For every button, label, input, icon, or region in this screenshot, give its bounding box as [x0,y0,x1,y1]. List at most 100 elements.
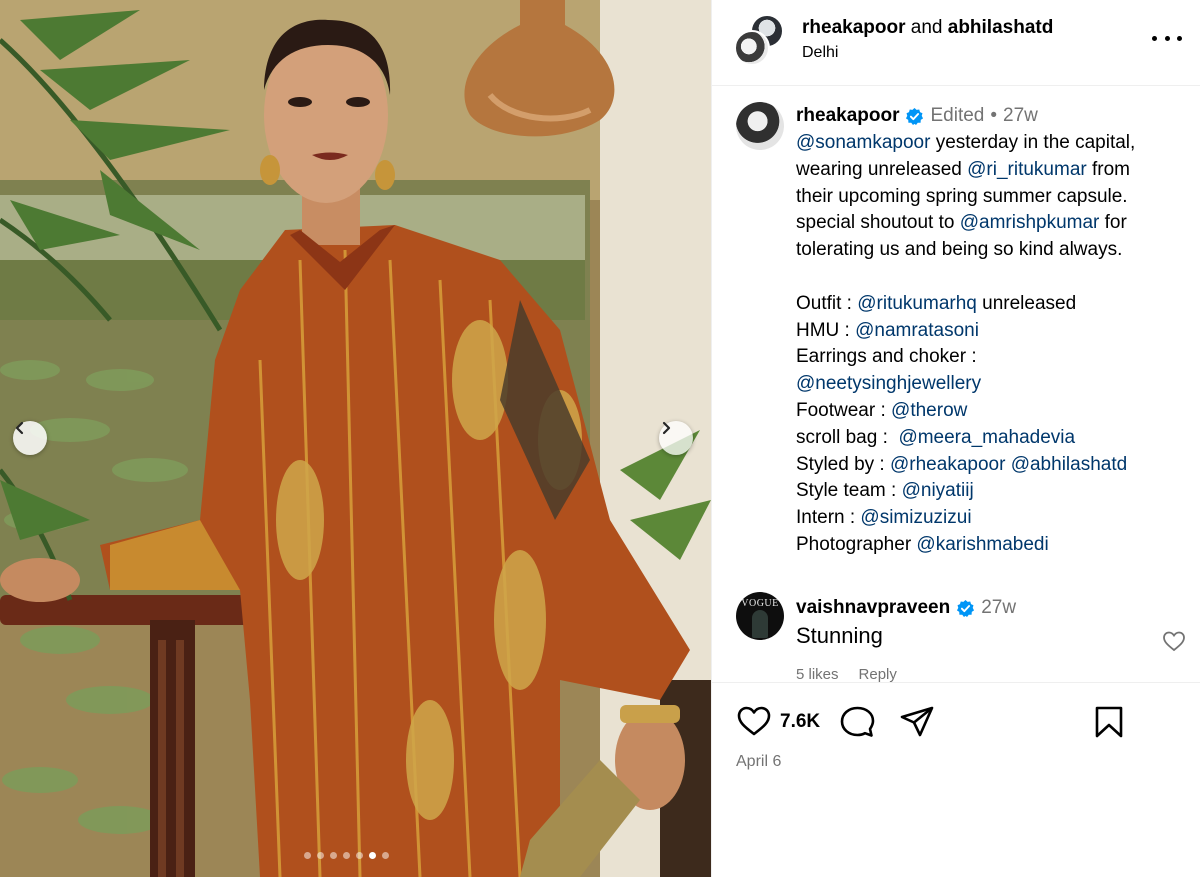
caption-segment: Photographer [796,533,917,555]
caption-time: 27w [1003,105,1038,126]
caption-line: Earrings and choker : [796,344,1186,371]
reply-button[interactable]: Reply [859,666,897,682]
caption-line: @sonamkapoor yesterday in the capital, [796,130,1186,157]
author-link[interactable]: abhilashatd [948,17,1054,38]
caption-line: @neetysinghjewellery [796,371,1186,398]
avatar[interactable]: VOGUE [736,592,784,640]
heart-icon [737,706,771,736]
comment-like-button[interactable] [1162,630,1186,657]
post-photo-illustration [0,0,711,877]
caption-line: Styled by : @rheakapoor @abhilashatd [796,452,1186,479]
save-button[interactable] [1093,705,1125,744]
carousel-dot [382,852,389,859]
caption-line: Intern : @simizuzizui [796,505,1186,532]
collab-avatars[interactable] [734,14,786,66]
avatar[interactable] [736,102,784,150]
carousel-dot [356,852,363,859]
carousel-next-button[interactable] [659,421,693,455]
caption-segment: unreleased [976,292,1077,314]
caption-header: rheakapoor Edited • 27w [796,105,1038,127]
comment-icon [840,706,875,737]
caption-line [796,264,1186,291]
comment-text: Stunning [796,623,883,648]
mention-link[interactable]: @namratasoni [855,320,979,341]
carousel-dot [343,852,350,859]
verified-badge-icon [906,107,924,125]
mention-link[interactable]: @meera_mahadevia [898,427,1075,448]
more-horizontal-icon [1152,35,1157,41]
carousel-dot [317,852,324,859]
caption-line: Outfit : @ritukumarhq unreleased [796,291,1186,318]
carousel-indicator [304,852,389,859]
chevron-left-icon [15,421,24,435]
caption-line: Footwear : @therow [796,398,1186,425]
mention-link[interactable]: @therow [891,400,967,421]
mention-link[interactable]: @sonamkapoor [796,132,930,153]
separator-dot: • [990,105,998,126]
share-button[interactable] [899,705,935,744]
caption-segment: yesterday in the capital, [930,132,1136,153]
caption-line: their upcoming spring summer capsule. [796,184,1186,211]
location-link[interactable]: Delhi [802,44,838,62]
carousel-dot [369,852,376,859]
authors-conjunction: and [905,17,948,38]
caption-line: Style team : @niyatiij [796,478,1186,505]
caption-segment: special shoutout to [796,212,960,234]
verified-badge-icon [957,599,975,617]
comment-time: 27w [981,597,1017,618]
comment-header: vaishnavpraveen 27w [796,597,1016,619]
send-icon [900,706,934,737]
caption-line: scroll bag : @meera_mahadevia [796,425,1186,452]
caption-segment: scroll bag : [796,426,899,448]
chevron-right-icon [662,421,671,435]
author-link[interactable]: rheakapoor [802,17,905,38]
avatar [734,30,770,66]
caption-segment: Intern : [796,507,861,529]
caption-line: special shoutout to @amrishpkumar for [796,210,1186,237]
caption-segment: for [1099,212,1127,234]
post-authors: rheakapoor and abhilashatd [802,17,1053,39]
mention-link[interactable]: @amrishpkumar [960,212,1100,233]
mention-link[interactable]: @ritukumarhq [857,293,977,314]
like-count[interactable]: 7.6K [780,711,820,733]
mention-link[interactable]: @niyatiij [902,480,974,501]
comments-scroll-area[interactable]: rheakapoor Edited • 27w @sonamkapoor yes… [712,86,1200,682]
caption-line: tolerating us and being so kind always. [796,237,1186,264]
comment-item: VOGUE vaishnavpraveen 27w Stunning 5 lik… [736,592,1186,682]
caption-text: @sonamkapoor yesterday in the capital, we… [796,130,1186,559]
comment-button[interactable] [839,705,875,744]
caption-segment: tolerating us and being so kind always. [796,239,1123,261]
comment-likes-link[interactable]: 5 likes [796,666,839,682]
caption-segment: Footwear : [796,399,892,421]
comment-username[interactable]: vaishnavpraveen [796,597,950,619]
caption-segment: their upcoming spring summer capsule. [796,185,1128,207]
mention-link[interactable]: @karishmabedi [916,534,1048,555]
mention-link[interactable]: @neetysinghjewellery [796,373,981,394]
avatar-vogue-text: VOGUE [741,598,779,609]
caption-username[interactable]: rheakapoor [796,105,899,127]
post-date[interactable]: April 6 [736,753,781,771]
carousel-dot [330,852,337,859]
like-button[interactable] [736,705,772,742]
carousel-prev-button[interactable] [13,421,47,455]
caption-segment: wearing unreleased [796,158,968,180]
more-horizontal-icon-dot [1164,35,1170,41]
mention-link[interactable]: @rheakapoor [890,454,1005,475]
post-header: rheakapoor and abhilashatd Delhi [712,0,1200,86]
mention-link[interactable]: @simizuzizui [860,507,971,528]
mention-link[interactable]: @ri_ritukumar [967,159,1087,180]
caption-segment: Style team : [796,480,902,502]
more-options-button[interactable] [1152,28,1182,48]
caption-segment: HMU : [796,319,856,341]
avatar-figure [752,610,768,638]
caption-line: wearing unreleased @ri_ritukumar from [796,157,1186,184]
caption-line: HMU : @namratasoni [796,318,1186,345]
post-details-panel: rheakapoor and abhilashatd Delhi rheakap… [711,0,1200,877]
heart-icon [1163,631,1185,652]
mention-link[interactable]: @abhilashatd [1011,454,1127,475]
post-photo [0,0,711,877]
comment-meta: 5 likes Reply [796,666,897,682]
caption-segment: Styled by : [796,453,890,475]
caption-line: Photographer @karishmabedi [796,532,1186,559]
caption-segment: Outfit : [796,292,858,314]
